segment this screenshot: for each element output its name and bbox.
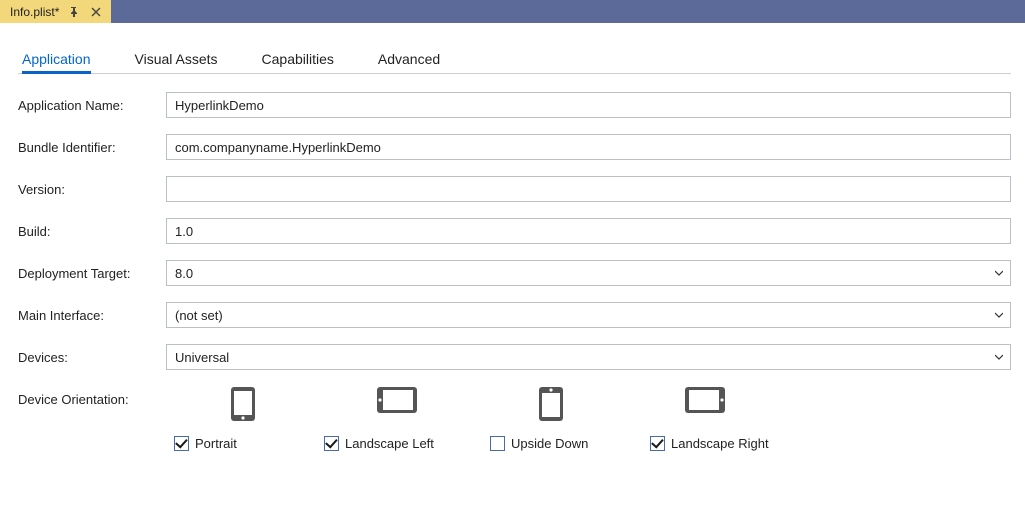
tab-application[interactable]: Application [22, 47, 91, 74]
label-devices: Devices: [18, 350, 158, 365]
checkbox-icon [324, 436, 339, 451]
checkbox-icon [174, 436, 189, 451]
label-application-name: Application Name: [18, 98, 158, 113]
phone-portrait-icon [230, 386, 256, 422]
tab-capabilities[interactable]: Capabilities [262, 47, 334, 73]
label-main-interface: Main Interface: [18, 308, 158, 323]
label-build: Build: [18, 224, 158, 239]
label-bundle-identifier: Bundle Identifier: [18, 140, 158, 155]
orientation-landscape-right-checkbox[interactable]: Landscape Right [650, 436, 769, 451]
pin-icon[interactable] [67, 5, 81, 19]
checkbox-label: Portrait [195, 436, 237, 451]
orientation-portrait-checkbox[interactable]: Portrait [174, 436, 324, 451]
checkbox-label: Landscape Right [671, 436, 769, 451]
checkbox-icon [650, 436, 665, 451]
tab-advanced[interactable]: Advanced [378, 47, 440, 73]
phone-landscape-right-icon [684, 386, 726, 422]
document-tab-title: Info.plist* [10, 5, 59, 19]
deployment-target-select[interactable]: 8.0 [166, 260, 1011, 286]
label-deployment-target: Deployment Target: [18, 266, 158, 281]
orientation-upside-down-checkbox[interactable]: Upside Down [490, 436, 650, 451]
phone-landscape-left-icon [376, 386, 418, 422]
bundle-identifier-input[interactable] [166, 134, 1011, 160]
application-name-input[interactable] [166, 92, 1011, 118]
close-icon[interactable] [89, 5, 103, 19]
editor-tabs: Application Visual Assets Capabilities A… [18, 47, 1011, 74]
tab-visual-assets[interactable]: Visual Assets [135, 47, 218, 73]
orientation-landscape-left-checkbox[interactable]: Landscape Left [324, 436, 490, 451]
devices-select[interactable]: Universal [166, 344, 1011, 370]
phone-upside-down-icon [538, 386, 564, 422]
checkbox-label: Upside Down [511, 436, 588, 451]
main-interface-select[interactable]: (not set) [166, 302, 1011, 328]
document-tab[interactable]: Info.plist* [0, 0, 111, 23]
version-input[interactable] [166, 176, 1011, 202]
build-input[interactable] [166, 218, 1011, 244]
checkbox-icon [490, 436, 505, 451]
label-device-orientation: Device Orientation: [18, 386, 158, 407]
label-version: Version: [18, 182, 158, 197]
window-titlebar: Info.plist* [0, 0, 1025, 23]
checkbox-label: Landscape Left [345, 436, 434, 451]
